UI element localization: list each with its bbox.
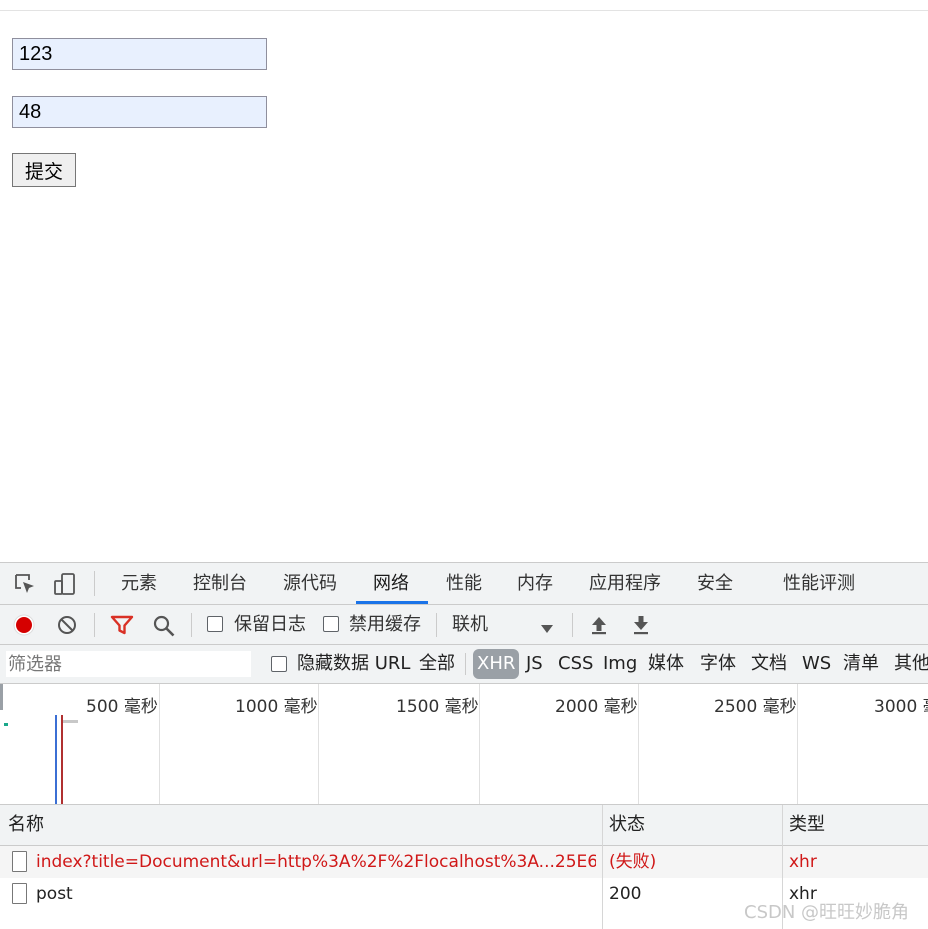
tab-memory[interactable]: 内存 [517, 563, 553, 604]
tab-console[interactable]: 控制台 [193, 563, 247, 604]
browser-top-edge [0, 0, 928, 11]
separator [94, 571, 95, 596]
filter-type-media[interactable]: 媒体 [648, 645, 684, 683]
throttling-select[interactable]: 联机 [452, 605, 488, 644]
dom-content-loaded-marker [55, 715, 57, 804]
separator [191, 613, 192, 637]
filter-type-img[interactable]: Img [603, 645, 637, 683]
text-field-1[interactable] [12, 38, 267, 70]
search-icon[interactable] [152, 614, 176, 638]
chevron-down-icon[interactable] [541, 619, 553, 633]
record-icon[interactable] [13, 614, 35, 636]
timeline-tick-label: 1500 毫秒 [396, 697, 479, 717]
request-name[interactable]: post [36, 878, 73, 910]
import-har-icon[interactable] [589, 614, 609, 636]
filter-type-other[interactable]: 其他 [894, 645, 928, 683]
filter-bar: 隐藏数据 URL 全部 XHR JS CSS Img 媒体 字体 文档 WS 清… [0, 645, 928, 684]
timeline-tick-label: 2500 毫秒 [714, 697, 797, 717]
separator [436, 613, 437, 637]
filter-type-font[interactable]: 字体 [700, 645, 736, 683]
filter-type-css[interactable]: CSS [558, 645, 593, 683]
clear-icon[interactable] [56, 614, 78, 636]
filter-type-doc[interactable]: 文档 [751, 645, 787, 683]
disable-cache-label: 禁用缓存 [349, 614, 421, 635]
document-icon [12, 851, 27, 872]
filter-input[interactable] [6, 651, 251, 677]
filter-type-all[interactable]: 全部 [419, 645, 455, 683]
hide-data-urls-checkbox[interactable] [271, 656, 287, 672]
document-icon [12, 883, 27, 904]
timeline-tick-label: 3000 毫秒 [874, 697, 928, 717]
separator [465, 653, 466, 675]
timeline-tick-label: 500 毫秒 [86, 697, 158, 717]
column-header-name[interactable]: 名称 [8, 805, 44, 845]
request-status: (失败) [609, 852, 657, 872]
request-type: xhr [789, 852, 817, 872]
timeline-request-bar [62, 720, 78, 723]
tab-performance[interactable]: 性能 [446, 563, 482, 604]
timeline-tick-label: 1000 毫秒 [235, 697, 318, 717]
tab-lighthouse[interactable]: 性能评测 [783, 563, 855, 604]
filter-type-xhr[interactable]: XHR [473, 649, 520, 679]
tab-application[interactable]: 应用程序 [589, 563, 661, 604]
device-toolbar-icon[interactable] [53, 572, 77, 596]
filter-type-js[interactable]: JS [526, 645, 543, 683]
disable-cache-checkbox[interactable] [323, 616, 339, 632]
request-name[interactable]: index?title=Document&url=http%3A%2F%2Flo… [36, 846, 596, 878]
hide-data-urls-label: 隐藏数据 URL [297, 653, 411, 674]
tab-sources[interactable]: 源代码 [283, 563, 337, 604]
submit-button[interactable]: 提交 [12, 153, 76, 187]
table-row[interactable]: index?title=Document&url=http%3A%2F%2Flo… [0, 846, 928, 878]
timeline-request-bar [4, 723, 8, 726]
preserve-log-label: 保留日志 [234, 614, 306, 635]
table-header: 名称 状态 类型 [0, 805, 928, 846]
tab-security[interactable]: 安全 [697, 563, 733, 604]
inspect-element-icon[interactable] [14, 573, 36, 595]
column-header-status[interactable]: 状态 [609, 805, 645, 845]
export-har-icon[interactable] [631, 614, 651, 636]
text-field-2[interactable] [12, 96, 267, 128]
separator [572, 613, 573, 637]
tab-elements[interactable]: 元素 [121, 563, 157, 604]
load-event-marker [61, 715, 63, 804]
filter-icon[interactable] [110, 614, 134, 636]
filter-type-ws[interactable]: WS [802, 645, 831, 683]
timeline-tick-label: 2000 毫秒 [555, 697, 638, 717]
devtools-tabbar: 元素 控制台 源代码 网络 性能 内存 应用程序 安全 性能评测 [0, 563, 928, 605]
tab-network[interactable]: 网络 [373, 563, 409, 604]
active-tab-indicator [356, 601, 428, 604]
preserve-log-checkbox[interactable] [207, 616, 223, 632]
network-toolbar: 保留日志 禁用缓存 联机 [0, 605, 928, 645]
watermark: CSDN @旺旺妙脆角 [744, 902, 910, 923]
column-divider[interactable] [602, 805, 603, 929]
devtools-panel: 元素 控制台 源代码 网络 性能 内存 应用程序 安全 性能评测 保留日志 禁用… [0, 562, 928, 929]
separator [94, 613, 95, 637]
request-status: 200 [609, 884, 642, 904]
timeline-overview[interactable]: 500 毫秒 1000 毫秒 1500 毫秒 2000 毫秒 2500 毫秒 3… [0, 684, 928, 805]
filter-type-manifest[interactable]: 清单 [843, 645, 879, 683]
column-header-type[interactable]: 类型 [789, 805, 825, 845]
